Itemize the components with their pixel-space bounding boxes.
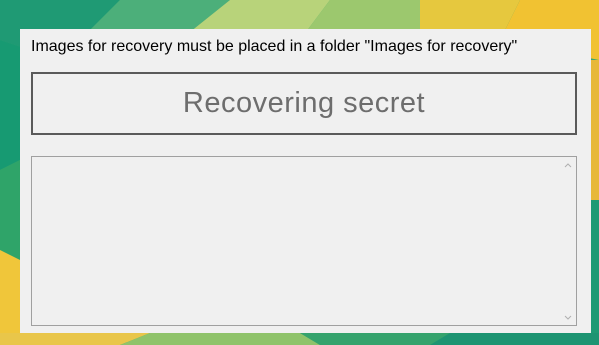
vertical-scrollbar[interactable] [560,157,576,325]
recover-secret-button[interactable]: Recovering secret [31,72,577,135]
output-textbox[interactable] [31,156,577,326]
chevron-up-icon[interactable] [560,157,576,173]
app-window: Images for recovery must be placed in a … [20,29,591,333]
chevron-down-icon[interactable] [560,309,576,325]
instruction-text: Images for recovery must be placed in a … [31,38,518,55]
recover-secret-label: Recovering secret [182,87,426,119]
